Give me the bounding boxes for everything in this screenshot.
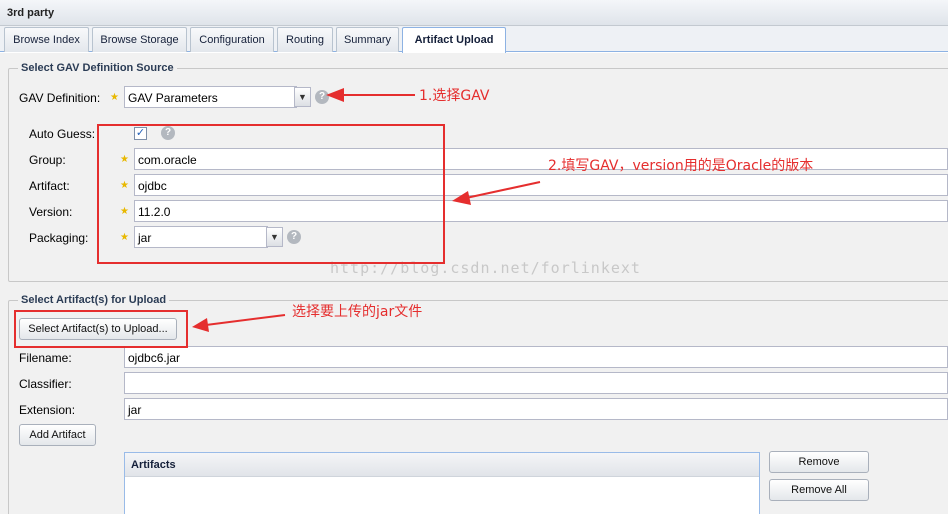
annotation-arrows xyxy=(192,88,541,332)
annotation-arrow-3 xyxy=(192,314,286,332)
annotation-arrow-1 xyxy=(326,88,415,102)
annotation-arrow-2 xyxy=(452,181,541,205)
